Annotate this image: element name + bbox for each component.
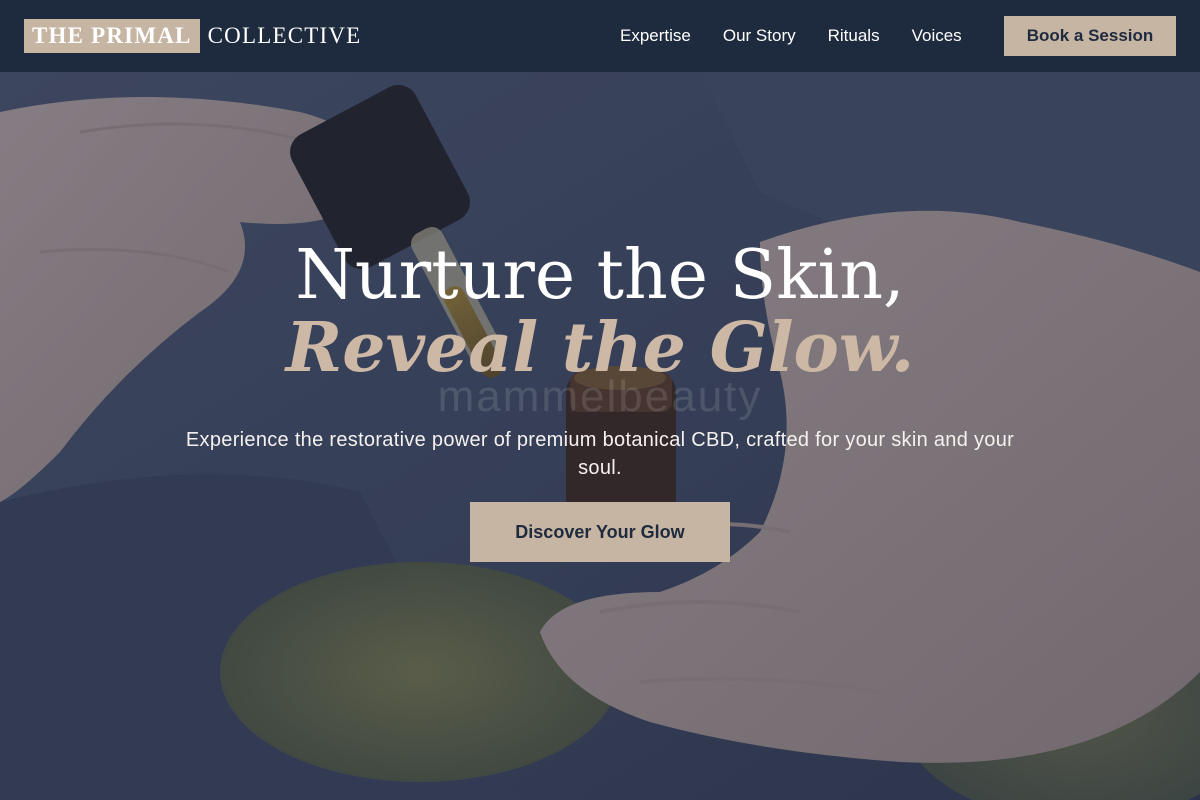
discover-glow-button[interactable]: Discover Your Glow [470,502,730,562]
main-nav: Expertise Our Story Rituals Voices [604,0,978,72]
page: THE PRIMAL COLLECTIVE Expertise Our Stor… [0,0,1200,800]
book-session-button[interactable]: Book a Session [1004,16,1176,56]
brand-logo-boxed-text: THE PRIMAL [24,19,200,53]
brand-logo-text: COLLECTIVE [207,23,362,48]
site-header: THE PRIMAL COLLECTIVE Expertise Our Stor… [0,0,1200,72]
nav-link-rituals[interactable]: Rituals [812,26,896,46]
nav-link-our-story[interactable]: Our Story [707,26,812,46]
brand-logo[interactable]: THE PRIMAL COLLECTIVE [24,19,361,53]
hero-subtext: Experience the restorative power of prem… [185,429,1015,479]
hero-headline-accent: Reveal the Glow. [285,308,915,388]
nav-link-expertise[interactable]: Expertise [604,26,707,46]
hero-section: mammelbeauty Nurture the Skin, Reveal th… [0,72,1200,800]
hero-headline: Nurture the Skin, [295,236,905,315]
nav-link-voices[interactable]: Voices [896,26,978,46]
